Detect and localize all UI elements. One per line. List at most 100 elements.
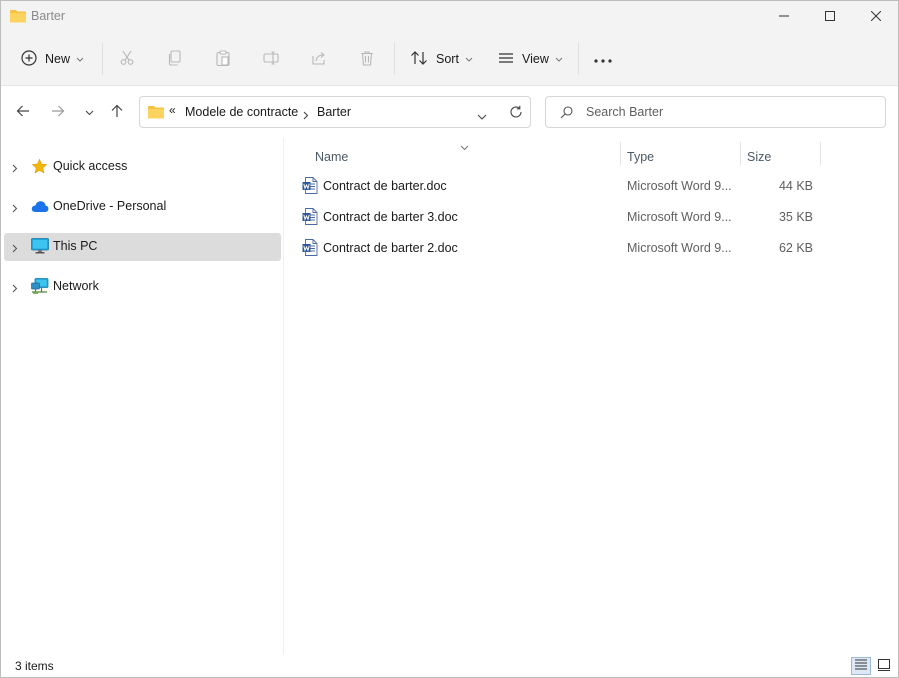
table-row[interactable]: Contract de barter 2.doc Microsoft Word …: [298, 234, 828, 262]
clipboard-icon: [215, 49, 231, 69]
cloud-icon: [31, 200, 49, 216]
chevron-down-icon: [76, 52, 84, 66]
scissors-icon: [119, 50, 135, 69]
item-count: 3 items: [15, 659, 54, 673]
file-explorer-window: Barter New Sort View « Modele de contrac…: [0, 0, 899, 678]
chevron-down-icon: [465, 52, 473, 66]
details-view-icon: [855, 659, 867, 673]
arrow-left-icon: [16, 104, 30, 121]
large-icons-view-icon: [878, 658, 890, 674]
minimize-button[interactable]: [761, 1, 807, 33]
nav-item-onedrive[interactable]: OneDrive - Personal: [4, 193, 281, 221]
title-bar[interactable]: Barter: [1, 1, 898, 33]
nav-item-label: Quick access: [53, 159, 128, 173]
toolbar-divider: [102, 43, 103, 75]
column-divider[interactable]: [740, 142, 741, 166]
view-list-icon: [498, 50, 514, 69]
details-view-button[interactable]: [851, 657, 871, 675]
new-label: New: [45, 52, 71, 66]
command-bar: New Sort View: [1, 33, 898, 86]
file-size: 62 KB: [778, 241, 813, 255]
nav-item-network[interactable]: Network: [4, 273, 281, 301]
sort-label: Sort: [436, 52, 459, 66]
column-header-name[interactable]: Name: [315, 142, 348, 172]
sort-indicator-icon: [460, 140, 469, 154]
tiles-view-button[interactable]: [874, 657, 894, 675]
chevron-right-icon[interactable]: [12, 162, 18, 176]
column-header-type[interactable]: Type: [627, 142, 654, 172]
file-type: Microsoft Word 9...: [627, 210, 732, 224]
arrow-up-icon: [110, 104, 124, 121]
breadcrumb-overflow[interactable]: «: [169, 103, 176, 117]
star-icon: [31, 158, 48, 178]
new-button[interactable]: New: [21, 41, 84, 77]
search-box[interactable]: Search Barter: [545, 96, 886, 128]
chevron-right-icon[interactable]: [12, 242, 18, 256]
nav-item-this-pc[interactable]: This PC: [4, 233, 281, 261]
search-icon: [560, 106, 573, 122]
paste-button[interactable]: [215, 41, 231, 77]
address-bar[interactable]: « Modele de contracte Barter: [139, 96, 531, 128]
word-doc-icon: [302, 239, 318, 259]
file-list: Name Type Size Contract de barter.doc Mi…: [284, 138, 898, 655]
column-divider[interactable]: [820, 142, 821, 166]
navigation-pane: Quick access OneDrive - Personal This PC…: [1, 138, 284, 655]
ellipsis-icon: [594, 52, 612, 66]
monitor-icon: [31, 238, 49, 257]
minimize-icon: [779, 10, 789, 24]
chevron-down-icon: [85, 105, 94, 119]
chevron-down-icon: [555, 52, 563, 66]
forward-button[interactable]: [46, 100, 70, 124]
up-button[interactable]: [105, 100, 129, 124]
share-button[interactable]: [311, 41, 327, 77]
rename-button[interactable]: [263, 41, 279, 77]
sort-button[interactable]: Sort: [410, 41, 473, 77]
nav-item-quick-access[interactable]: Quick access: [4, 153, 281, 181]
folder-icon: [148, 105, 164, 122]
file-size: 44 KB: [778, 179, 813, 193]
view-button[interactable]: View: [498, 41, 563, 77]
status-bar: 3 items: [1, 655, 898, 677]
chevron-right-icon[interactable]: [12, 202, 18, 216]
breadcrumb-item[interactable]: Barter: [317, 105, 351, 119]
maximize-icon: [825, 10, 835, 24]
address-row: « Modele de contracte Barter Search Bart…: [1, 86, 898, 138]
file-name: Contract de barter 2.doc: [323, 241, 458, 255]
file-type: Microsoft Word 9...: [627, 179, 732, 193]
plus-circle-icon: [21, 49, 37, 69]
recent-locations-button[interactable]: [77, 100, 101, 124]
sort-icon: [410, 50, 428, 69]
back-button[interactable]: [11, 100, 35, 124]
chevron-right-icon: [303, 109, 309, 123]
copy-button[interactable]: [167, 41, 183, 77]
nav-item-label: Network: [53, 279, 99, 293]
nav-item-label: OneDrive - Personal: [53, 199, 167, 213]
delete-button[interactable]: [359, 41, 375, 77]
table-row[interactable]: Contract de barter 3.doc Microsoft Word …: [298, 203, 828, 231]
maximize-button[interactable]: [807, 1, 853, 33]
chevron-down-icon[interactable]: [477, 109, 487, 123]
refresh-icon[interactable]: [509, 105, 523, 122]
window-title: Barter: [31, 9, 66, 23]
cut-button[interactable]: [119, 41, 135, 77]
breadcrumb-item[interactable]: Modele de contracte: [185, 105, 298, 119]
word-doc-icon: [302, 208, 318, 228]
column-divider[interactable]: [620, 142, 621, 166]
arrow-right-icon: [51, 104, 65, 121]
nav-item-label: This PC: [53, 239, 98, 253]
chevron-right-icon[interactable]: [12, 282, 18, 296]
trash-icon: [359, 50, 375, 69]
rename-icon: [263, 50, 279, 69]
toolbar-divider: [394, 43, 395, 75]
search-input[interactable]: Search Barter: [586, 105, 663, 119]
file-name: Contract de barter 3.doc: [323, 210, 458, 224]
file-type: Microsoft Word 9...: [627, 241, 732, 255]
toolbar-divider: [578, 43, 579, 75]
word-doc-icon: [302, 177, 318, 197]
close-icon: [870, 10, 882, 24]
close-button[interactable]: [853, 1, 899, 33]
network-icon: [31, 278, 49, 298]
more-options-button[interactable]: [594, 41, 612, 77]
table-row[interactable]: Contract de barter.doc Microsoft Word 9.…: [298, 172, 828, 200]
column-header-size[interactable]: Size: [747, 142, 771, 172]
